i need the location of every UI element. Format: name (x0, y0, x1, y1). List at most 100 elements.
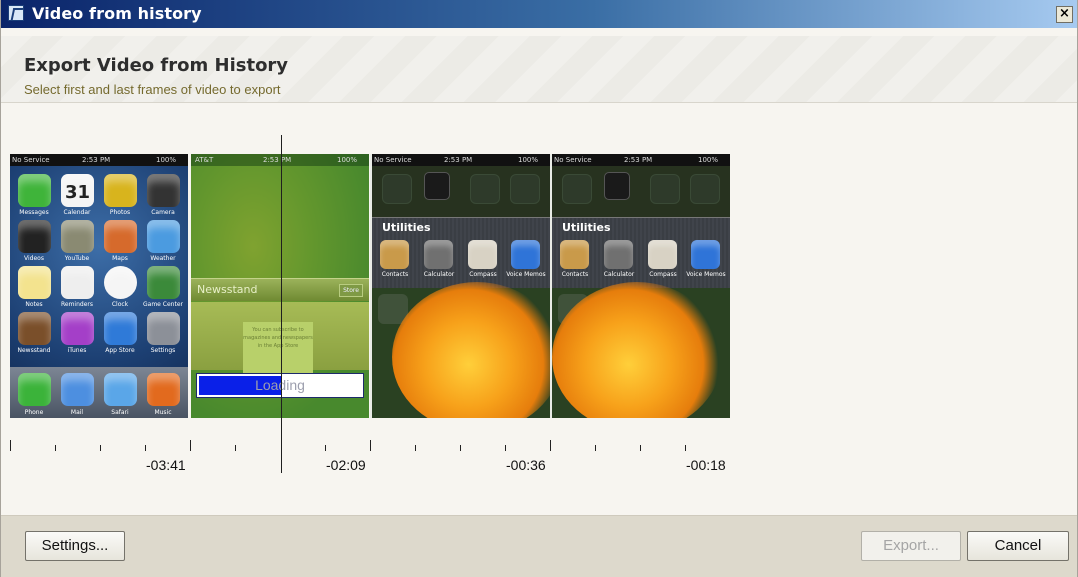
time-text: 2:53 PM (82, 156, 111, 164)
videos-icon (18, 220, 51, 253)
clock-icon (104, 266, 137, 299)
newsstand-note: You can subscribe to magazines and newsp… (243, 322, 313, 374)
scale-tick (460, 445, 461, 451)
app-icon (8, 5, 24, 21)
battery-text: 100% (156, 156, 177, 164)
scale-label: -02:09 (326, 457, 366, 473)
app-store-icon (104, 312, 137, 345)
folder-title: Utilities (382, 221, 431, 234)
scale-tick (10, 440, 11, 451)
dimmed-app-icon (382, 174, 412, 204)
loading-progress-bar: Loading (196, 373, 364, 398)
app-label: Voice Memos (686, 271, 726, 278)
contacts-icon (380, 240, 409, 269)
status-bar: AT&T 2:53 PM 100% (191, 154, 369, 166)
status-bar: No Service 2:53 PM 100% (10, 154, 188, 166)
store-button: Store (339, 284, 363, 297)
video-frame-1[interactable]: No Service 2:53 PM 100% Messages 31 Cale… (10, 154, 188, 418)
scale-tick (100, 445, 101, 451)
scale-tick (145, 445, 146, 451)
export-video-dialog: Video from history × Export Video from H… (0, 0, 1078, 577)
app-label: Photos (109, 209, 131, 216)
scale-tick (595, 445, 596, 451)
utilities-folder: Utilities Contacts Calculator Compass Vo… (552, 217, 730, 289)
folder-icon (424, 172, 450, 200)
dock: Phone Mail Safari Music (10, 367, 188, 418)
compass-icon (468, 240, 497, 269)
export-button[interactable]: Export... (861, 531, 961, 561)
status-bar: No Service 2:53 PM 100% (552, 154, 730, 166)
time-scale[interactable]: -03:41 -02:09 -00:36 -00:18 (1, 423, 761, 483)
carrier-text: No Service (554, 156, 592, 164)
window-title: Video from history (32, 4, 202, 23)
dialog-footer: Settings... Export... Cancel (1, 515, 1077, 577)
dimmed-app-icon (562, 174, 592, 204)
calculator-icon (604, 240, 633, 269)
frame-timeline[interactable]: No Service 2:53 PM 100% Messages 31 Cale… (1, 103, 1077, 513)
carrier-text: No Service (12, 156, 50, 164)
app-label: Reminders (61, 301, 93, 308)
app-label: Notes (25, 301, 43, 308)
playhead-cursor[interactable] (281, 135, 282, 473)
camera-icon (147, 174, 180, 207)
status-bar: No Service 2:53 PM 100% (372, 154, 550, 166)
scale-label: -00:36 (506, 457, 546, 473)
carrier-text: AT&T (195, 156, 214, 164)
reminders-icon (61, 266, 94, 299)
dock-label: Mail (70, 409, 84, 416)
photos-icon (104, 174, 137, 207)
app-label: Contacts (561, 271, 589, 278)
time-text: 2:53 PM (624, 156, 653, 164)
newsstand-label: Newsstand (197, 283, 258, 296)
scale-tick (685, 445, 686, 451)
carrier-text: No Service (374, 156, 412, 164)
app-label: Compass (469, 271, 497, 278)
weather-icon (147, 220, 180, 253)
dialog-header: Export Video from History Select first a… (1, 36, 1077, 103)
battery-text: 100% (698, 156, 719, 164)
time-text: 2:53 PM (444, 156, 473, 164)
dimmed-app-icon (650, 174, 680, 204)
loading-text: Loading (255, 377, 305, 393)
app-label: iTunes (67, 347, 87, 354)
time-text: 2:53 PM (263, 156, 292, 164)
dock-label: Music (154, 409, 172, 416)
scale-label: -00:18 (686, 457, 726, 473)
close-button[interactable]: × (1056, 6, 1073, 23)
scale-tick (190, 440, 191, 451)
video-frame-4[interactable]: No Service 2:53 PM 100% Utilities Contac… (552, 154, 730, 418)
folder-title: Utilities (562, 221, 611, 234)
scale-tick (505, 445, 506, 451)
app-label: Calculator (603, 271, 635, 278)
dimmed-app-icon (510, 174, 540, 204)
dock-label: Phone (24, 409, 44, 416)
title-bar: Video from history × (1, 0, 1077, 28)
scale-label: -03:41 (146, 457, 186, 473)
dimmed-app-icon (470, 174, 500, 204)
messages-icon (18, 174, 51, 207)
utilities-folder: Utilities Contacts Calculator Compass Vo… (372, 217, 550, 289)
app-label: Calculator (423, 271, 455, 278)
app-label: Maps (112, 255, 128, 262)
scale-tick (640, 445, 641, 451)
app-label: Clock (111, 301, 129, 308)
voice-memos-icon (511, 240, 540, 269)
app-label: Weather (150, 255, 176, 262)
itunes-icon (61, 312, 94, 345)
dialog-instructions: Select first and last frames of video to… (24, 82, 281, 97)
folder-icon (604, 172, 630, 200)
maps-icon (104, 220, 137, 253)
calculator-icon (424, 240, 453, 269)
video-frame-3[interactable]: No Service 2:53 PM 100% Utilities Contac… (372, 154, 550, 418)
scale-tick (325, 445, 326, 451)
music-icon (147, 373, 180, 406)
app-label: Camera (151, 209, 175, 216)
newsstand-icon (18, 312, 51, 345)
app-label: App Store (105, 347, 135, 354)
app-label: Game Center (143, 301, 183, 308)
app-label: Voice Memos (506, 271, 546, 278)
settings-button[interactable]: Settings... (25, 531, 125, 561)
compass-icon (648, 240, 677, 269)
cancel-button[interactable]: Cancel (967, 531, 1069, 561)
app-label: Newsstand (17, 347, 51, 354)
